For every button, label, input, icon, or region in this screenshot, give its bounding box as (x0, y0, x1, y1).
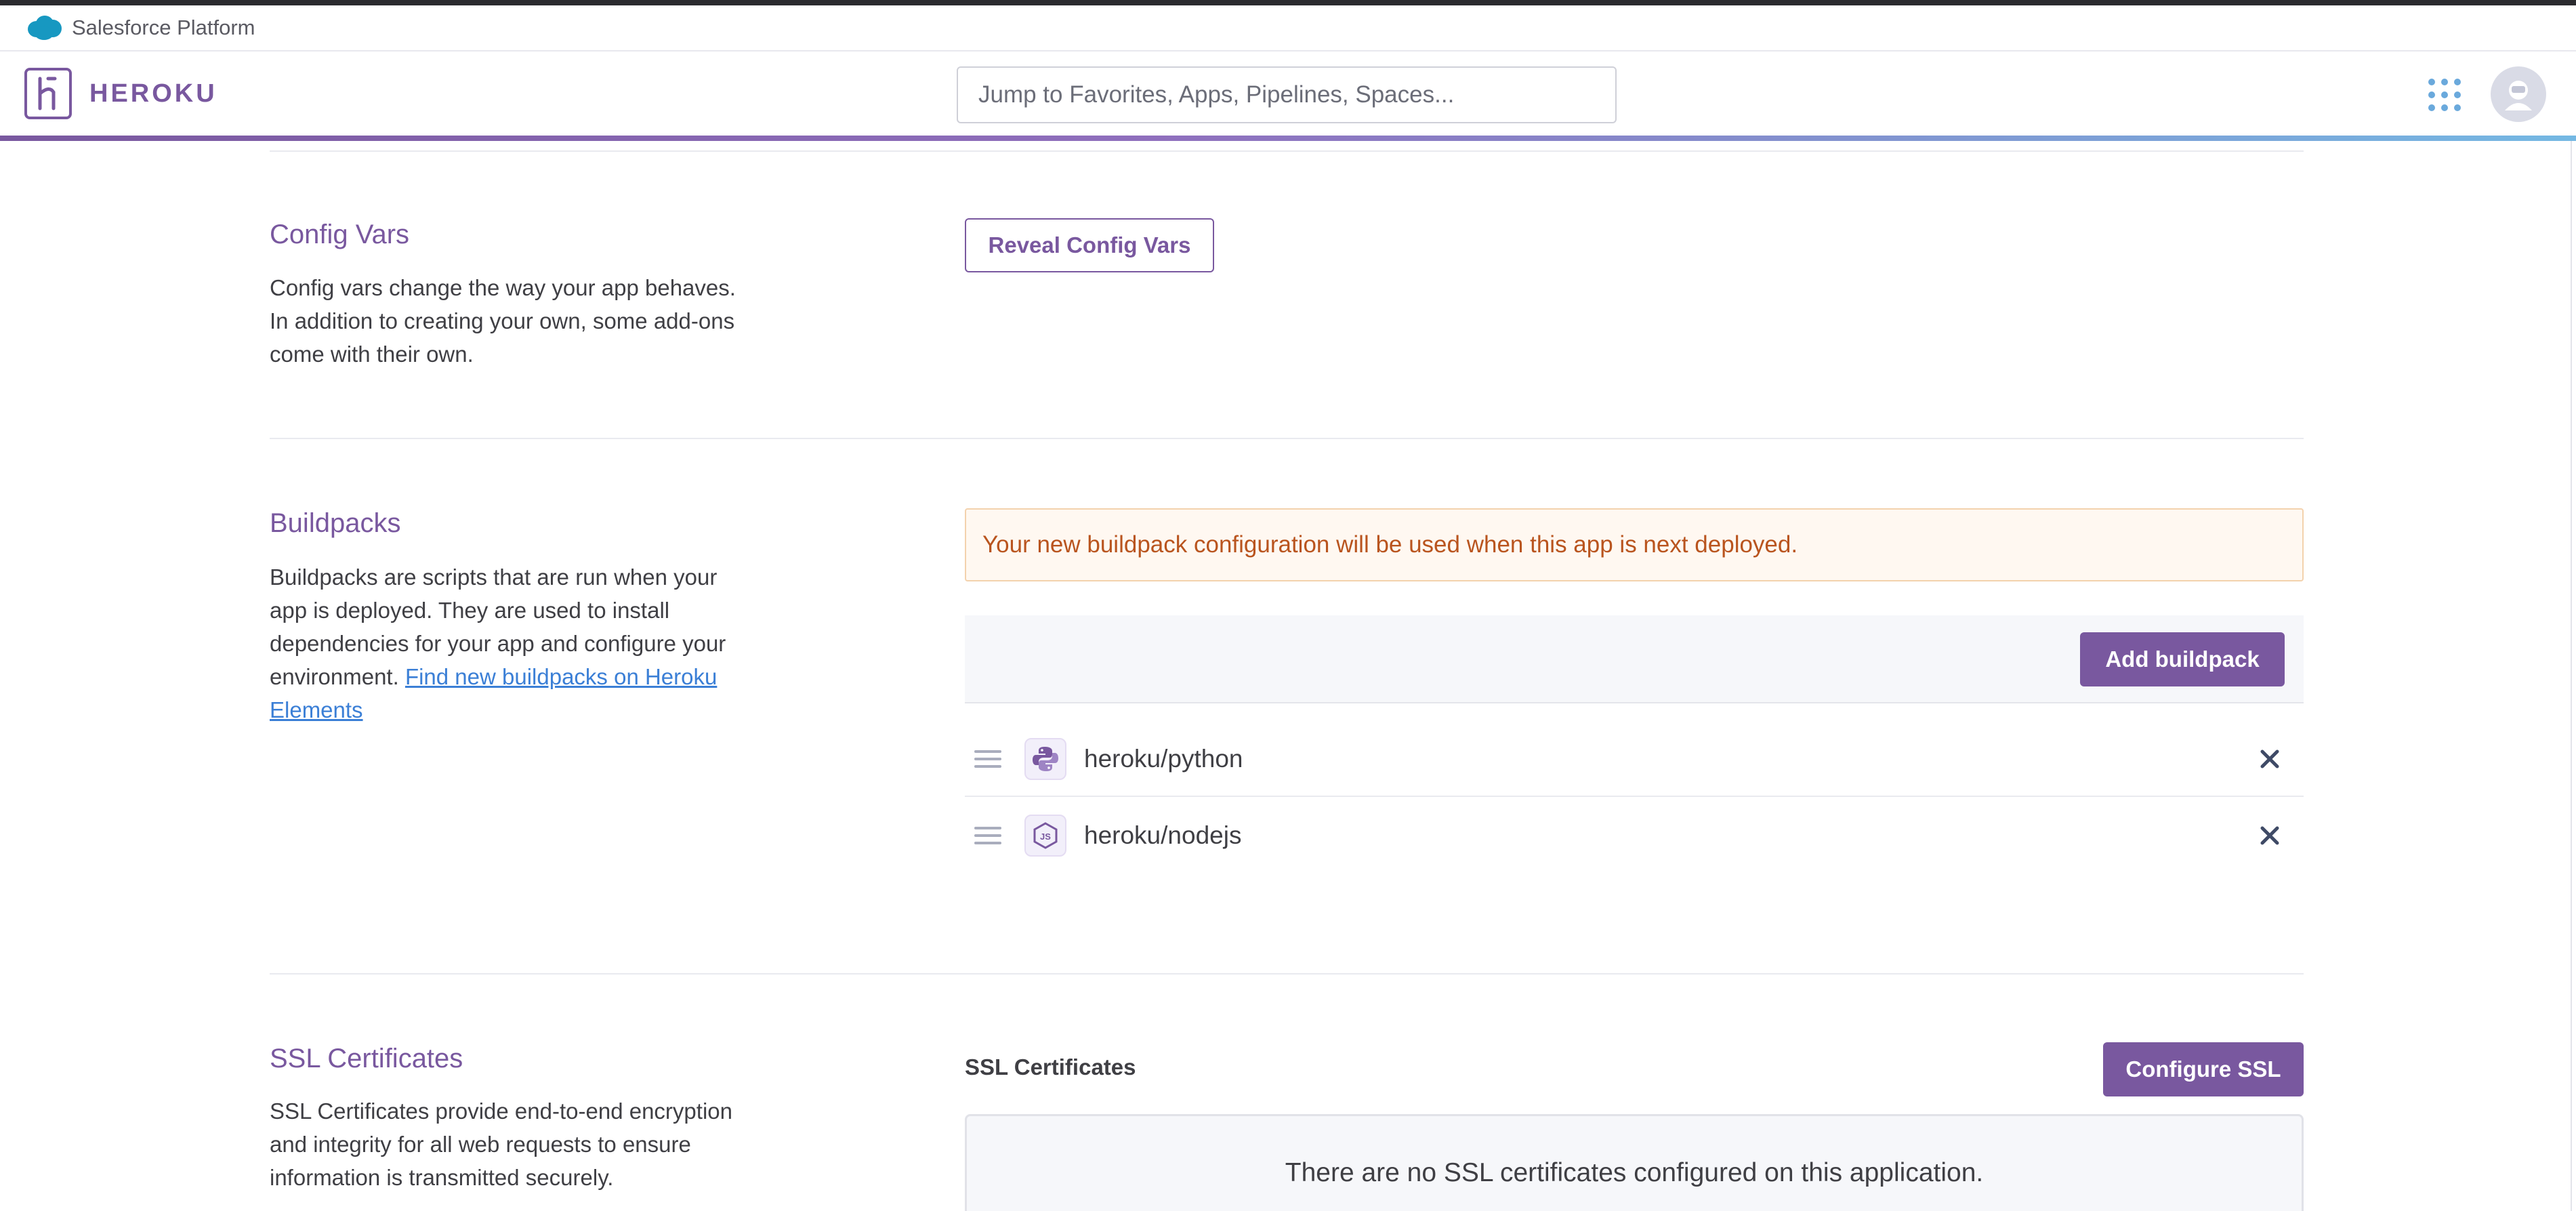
buildpacks-description: Buildpacks are scripts that are run when… (270, 560, 744, 726)
buildpacks-title: Buildpacks (270, 508, 401, 538)
scrollbar-track[interactable] (2571, 141, 2572, 1211)
platform-label: Salesforce Platform (72, 16, 255, 39)
close-icon[interactable] (2258, 823, 2282, 848)
add-buildpack-button[interactable]: Add buildpack (2080, 632, 2285, 686)
python-icon (1024, 738, 1066, 780)
ssl-panel-label: SSL Certificates (965, 1054, 1136, 1080)
window-top-border (0, 0, 2576, 5)
configure-ssl-button[interactable]: Configure SSL (2103, 1042, 2304, 1096)
buildpack-row: JS heroku/nodejs (965, 798, 2304, 873)
svg-text:JS: JS (1040, 832, 1051, 842)
buildpack-name: heroku/nodejs (1084, 821, 1242, 849)
salesforce-cloud-icon (28, 16, 62, 40)
ssl-empty-state: There are no SSL certificates configured… (965, 1114, 2304, 1211)
close-icon[interactable] (2258, 747, 2282, 771)
ssl-certificates-description: SSL Certificates provide end-to-end encr… (270, 1099, 732, 1190)
heroku-logo-icon (24, 68, 72, 119)
buildpack-notice: Your new buildpack configuration will be… (965, 508, 2304, 581)
buildpack-row: heroku/python (965, 722, 2304, 797)
config-vars-title: Config Vars (270, 220, 410, 249)
heroku-wordmark: HEROKU (89, 79, 217, 108)
buildpack-name: heroku/python (1084, 745, 1243, 773)
section-divider (270, 973, 2304, 974)
heroku-logo[interactable]: HEROKU (24, 68, 217, 119)
header-accent-bar (0, 136, 2576, 141)
section-divider (270, 150, 2304, 152)
heroku-header: HEROKU (0, 53, 2576, 138)
drag-handle-icon[interactable] (974, 827, 1001, 844)
apps-grid-icon[interactable] (2428, 79, 2461, 111)
salesforce-platform-bar: Salesforce Platform (0, 5, 2576, 52)
section-divider (270, 438, 2304, 439)
avatar[interactable] (2491, 66, 2546, 122)
config-vars-description: Config vars change the way your app beha… (270, 275, 736, 367)
ssl-certificates-title: SSL Certificates (270, 1044, 463, 1073)
ssl-empty-message: There are no SSL certificates configured… (1285, 1158, 1984, 1187)
user-avatar-icon (2505, 81, 2532, 110)
search-input[interactable] (957, 66, 1617, 123)
nodejs-icon: JS (1024, 815, 1066, 857)
buildpacks-toolbar: Add buildpack (965, 615, 2304, 703)
reveal-config-vars-button[interactable]: Reveal Config Vars (965, 218, 1214, 272)
drag-handle-icon[interactable] (974, 750, 1001, 768)
